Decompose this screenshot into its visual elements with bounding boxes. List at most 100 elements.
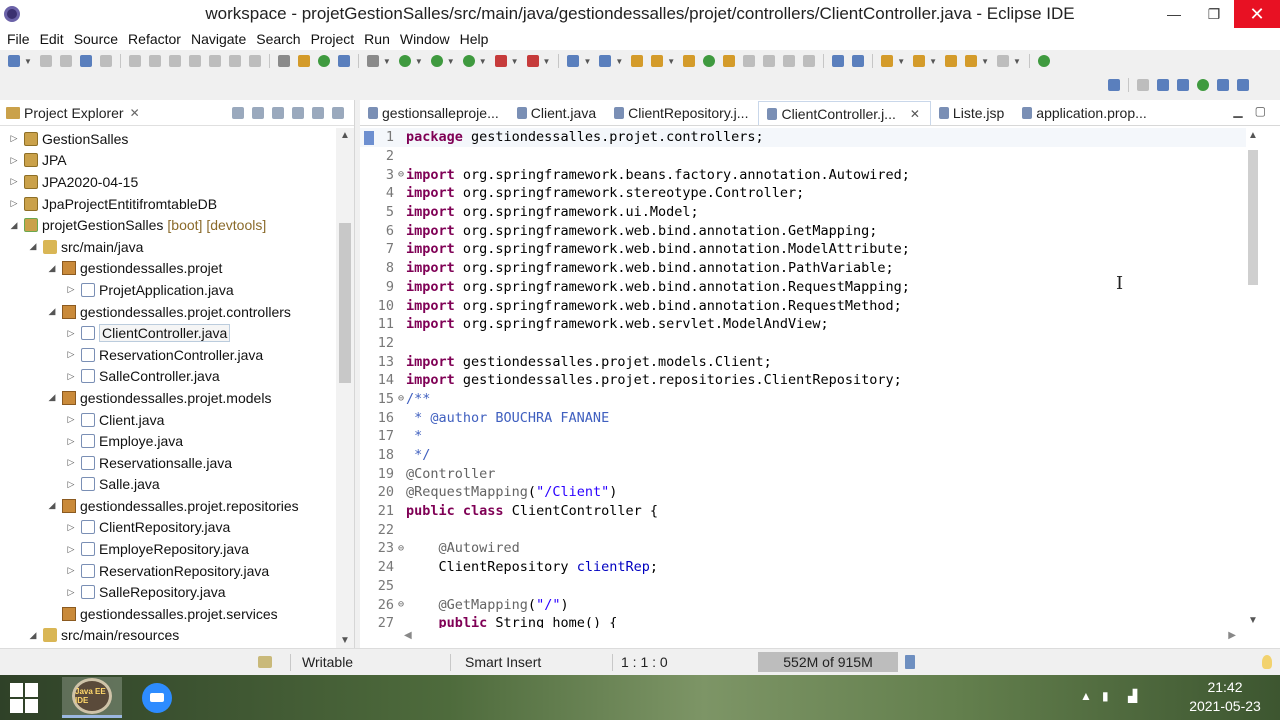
collapsed-arrow-icon[interactable]: ▷ (65, 349, 77, 360)
code-line[interactable]: 8 import org.springframework.web.bind.ann… (360, 259, 1246, 278)
new-class-dropdown-icon[interactable]: ▼ (615, 57, 623, 66)
open-perspective-icon[interactable] (1137, 79, 1149, 91)
tree-item[interactable]: ▷ Salle.java (0, 474, 335, 496)
forward-icon[interactable] (996, 55, 1009, 67)
debug-perspective-icon[interactable] (1217, 79, 1229, 91)
coverage-dropdown-icon[interactable]: ▼ (447, 57, 455, 66)
minimize-button[interactable]: — (1154, 0, 1194, 28)
tree-item[interactable]: ▷ ProjetApplication.java (0, 279, 335, 301)
heap-status[interactable]: 552M of 915M (758, 652, 898, 672)
tree-item[interactable]: ▷ Reservationsalle.java (0, 452, 335, 474)
step-return-icon[interactable] (248, 55, 261, 67)
editor-tab[interactable]: gestionsalleproje... (360, 101, 509, 125)
code-line[interactable]: 7 import org.springframework.web.bind.ann… (360, 240, 1246, 259)
toggle-mark-occurrences-icon[interactable] (723, 55, 736, 67)
new-icon[interactable] (8, 55, 20, 67)
code-line[interactable]: 4 import org.springframework.stereotype.C… (360, 184, 1246, 203)
collapse-all-icon[interactable] (232, 106, 244, 119)
editor-tab[interactable]: Liste.jsp (931, 101, 1014, 125)
code-line[interactable]: 12 (360, 334, 1246, 353)
tree-item[interactable]: ◢ gestiondessalles.projet (0, 258, 335, 280)
tree-item[interactable]: ▷ JPA2020-04-15 (0, 171, 335, 193)
search-task-icon[interactable] (651, 55, 664, 67)
new-dropdown-icon[interactable]: ▼ (24, 57, 32, 66)
close-window-button[interactable]: ✕ (1234, 0, 1280, 28)
relaunch-icon[interactable] (526, 55, 539, 67)
code-line[interactable]: 16 * @author BOUCHRA FANANE (360, 408, 1246, 427)
tree-item[interactable]: ◢ gestiondessalles.projet.controllers (0, 301, 335, 323)
tree-item[interactable]: ▷ ReservationRepository.java (0, 560, 335, 582)
step-over-icon[interactable] (228, 55, 241, 67)
maximize-view-icon[interactable] (332, 106, 344, 119)
collapsed-arrow-icon[interactable]: ▷ (8, 198, 20, 209)
boot-dashboard-icon[interactable] (317, 55, 330, 67)
spring-icon[interactable] (297, 55, 310, 67)
collapsed-arrow-icon[interactable]: ▷ (8, 133, 20, 144)
expanded-arrow-icon[interactable]: ◢ (27, 241, 39, 252)
battery-icon[interactable]: ▮ (1102, 689, 1109, 703)
relaunch-dropdown-icon[interactable]: ▼ (543, 57, 551, 66)
new-project-dropdown-icon[interactable]: ▼ (583, 57, 591, 66)
code-line[interactable]: 10 import org.springframework.web.bind.an… (360, 296, 1246, 315)
collapsed-arrow-icon[interactable]: ▷ (65, 436, 77, 447)
tree-item[interactable]: ▷ ClientController.java (0, 322, 335, 344)
new-servlet-icon[interactable] (337, 55, 350, 67)
java-ee-perspective-icon[interactable] (1157, 79, 1169, 91)
tree-item[interactable]: ▷ SalleController.java (0, 366, 335, 388)
debug-settings-icon[interactable] (366, 55, 379, 67)
use-step-filters-icon[interactable] (277, 55, 290, 67)
code-line[interactable]: 27 public String home() { (360, 614, 1246, 628)
web-browser-icon[interactable] (852, 55, 865, 67)
scroll-left-icon[interactable]: ◀ (404, 630, 412, 641)
code-line[interactable]: 13 import gestiondessalles.projet.models.… (360, 352, 1246, 371)
collapsed-arrow-icon[interactable]: ▷ (8, 176, 20, 187)
open-folder-icon[interactable] (683, 55, 696, 67)
maximize-button[interactable]: ❐ (1194, 0, 1234, 28)
code-line[interactable]: 5 import org.springframework.ui.Model; (360, 203, 1246, 222)
expanded-arrow-icon[interactable]: ◢ (46, 500, 58, 511)
code-line[interactable]: 6 import org.springframework.web.bind.ann… (360, 221, 1246, 240)
collapsed-arrow-icon[interactable]: ▷ (65, 479, 77, 490)
code-line[interactable]: 3 ⊖ import org.springframework.beans.facto… (360, 165, 1246, 184)
taskbar-eclipse-app[interactable]: Java EE IDE (62, 677, 122, 718)
search-icon[interactable] (1108, 79, 1120, 91)
eclipse-app-icon[interactable] (4, 6, 20, 22)
stop-dropdown-icon[interactable]: ▼ (511, 57, 519, 66)
code-line[interactable]: 15 ⊖/** (360, 390, 1246, 409)
coverage-icon[interactable] (430, 55, 443, 67)
code-line[interactable]: 19 @Controller (360, 464, 1246, 483)
menu-search[interactable]: Search (251, 31, 305, 47)
code-line[interactable]: 23 ⊖ @Autowired (360, 539, 1246, 558)
editor-tab[interactable]: ClientRepository.j... (606, 101, 758, 125)
skip-breakpoints-icon[interactable] (99, 55, 112, 67)
collapsed-arrow-icon[interactable]: ▷ (65, 522, 77, 533)
network-signal-icon[interactable]: ▟ (1128, 689, 1137, 703)
scroll-up-icon[interactable]: ▲ (1248, 130, 1258, 141)
tree-item[interactable]: ▷ ReservationController.java (0, 344, 335, 366)
previous-annotation-icon[interactable] (913, 55, 926, 67)
link-with-editor-icon[interactable] (252, 106, 264, 119)
spring-perspective-icon[interactable] (1197, 79, 1209, 91)
debug-dropdown-icon[interactable]: ▼ (383, 57, 391, 66)
run-icon[interactable] (398, 55, 411, 67)
windows-start-button[interactable] (10, 683, 40, 713)
tree-item[interactable]: ▷ SalleRepository.java (0, 581, 335, 603)
code-line[interactable]: 20 @RequestMapping("/Client") (360, 483, 1246, 502)
close-view-icon[interactable]: ✕ (130, 106, 140, 120)
tree-item[interactable]: ▷ JpaProjectEntitifromtableDB (0, 193, 335, 215)
code-editor[interactable]: 1 package gestiondessalles.projet.control… (360, 128, 1246, 628)
scroll-right-icon[interactable]: ▶ (1228, 630, 1236, 641)
scrollbar-thumb[interactable] (339, 223, 351, 383)
tree-item[interactable]: ▷ EmployeRepository.java (0, 538, 335, 560)
previous-annotation-dropdown-icon[interactable]: ▼ (929, 57, 937, 66)
expanded-arrow-icon[interactable]: ◢ (46, 263, 58, 274)
word-wrap-icon[interactable] (743, 55, 756, 67)
save-icon[interactable] (39, 55, 52, 67)
tree-item[interactable]: ◢ gestiondessalles.projet.models (0, 387, 335, 409)
collapsed-arrow-icon[interactable]: ▷ (65, 284, 77, 295)
collapsed-arrow-icon[interactable]: ▷ (65, 565, 77, 576)
new-java-project-icon[interactable] (567, 55, 580, 67)
tree-item[interactable]: gestiondessalles.projet.services (0, 603, 335, 625)
code-line[interactable]: 22 (360, 520, 1246, 539)
tree-item[interactable]: ◢ src/main/java (0, 236, 335, 258)
